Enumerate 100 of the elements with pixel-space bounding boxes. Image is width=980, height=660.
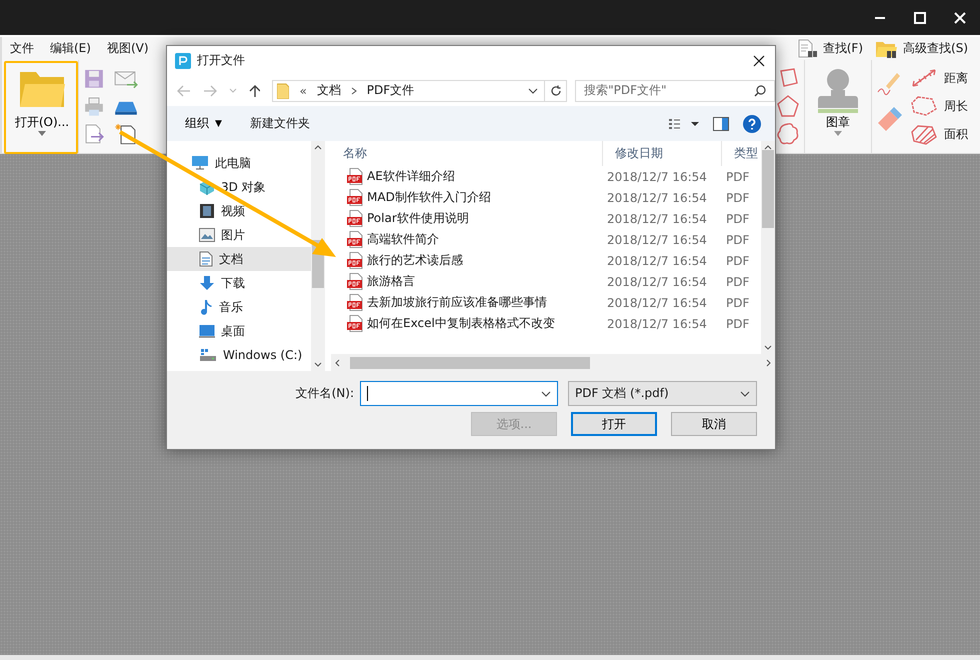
- distance-icon[interactable]: [910, 67, 938, 90]
- maximize-icon[interactable]: [914, 12, 926, 24]
- scroll-thumb[interactable]: [350, 356, 590, 368]
- file-type-dropdown[interactable]: PDF 文档 (*.pdf): [568, 381, 757, 406]
- file-name[interactable]: 去新加坡旅行前应该准备哪些事情: [367, 294, 547, 311]
- file-name[interactable]: 如何在Excel中复制表格格式不改变: [367, 315, 555, 332]
- nav-item[interactable]: 视频: [167, 199, 311, 223]
- export-icon[interactable]: [83, 123, 105, 146]
- dropdown-caret-icon[interactable]: [528, 88, 538, 94]
- nav-item[interactable]: 桌面: [167, 319, 311, 343]
- modified-date: 2018/12/7 16:54: [606, 232, 708, 246]
- pentagon-icon[interactable]: [776, 94, 800, 118]
- modified-date: 2018/12/7 16:54: [606, 316, 708, 330]
- toolbar-label[interactable]: 面积: [944, 126, 968, 144]
- nav-item[interactable]: 图片: [167, 223, 311, 247]
- refresh-button[interactable]: [545, 80, 568, 102]
- picture-icon: [199, 228, 215, 242]
- search-icon: [754, 84, 766, 96]
- dialog-button[interactable]: 打开: [571, 412, 657, 436]
- area-icon[interactable]: [910, 124, 938, 146]
- nav-item[interactable]: 文档: [167, 247, 311, 271]
- toolbar-label[interactable]: 周长: [944, 98, 968, 115]
- app-logo-icon: [175, 52, 191, 68]
- organize-button[interactable]: 组织 ▼: [185, 115, 222, 132]
- scrollbar[interactable]: [761, 141, 775, 354]
- nav-item[interactable]: 下载: [167, 271, 311, 295]
- scroll-thumb[interactable]: [762, 150, 774, 228]
- file-type: PDF: [725, 170, 750, 184]
- find-document-icon[interactable]: [796, 38, 819, 58]
- scroll-down-icon[interactable]: [764, 345, 772, 350]
- pdf-file-icon: [347, 189, 363, 206]
- column-header[interactable]: 名称: [331, 141, 603, 166]
- menu-item[interactable]: 视图(V): [106, 38, 149, 59]
- file-type: PDF: [725, 296, 750, 310]
- modified-date: 2018/12/7 16:54: [606, 254, 708, 268]
- file-type: PDF: [725, 212, 750, 226]
- column-header[interactable]: 修改日期: [603, 141, 722, 166]
- caret-icon: [834, 131, 842, 136]
- computer-icon: [191, 155, 209, 171]
- file-type: PDF: [725, 232, 750, 246]
- chevron-icon: [350, 86, 357, 94]
- close-icon[interactable]: [753, 54, 765, 66]
- column-header[interactable]: 类型: [722, 141, 760, 166]
- breadcrumb-overflow[interactable]: «: [299, 84, 307, 98]
- perimeter-icon[interactable]: [910, 95, 938, 118]
- scroll-up-icon[interactable]: [314, 145, 322, 150]
- address-bar[interactable]: « 文档 PDF文件: [272, 80, 546, 102]
- scroll-down-icon[interactable]: [314, 362, 322, 367]
- dialog-title: 打开文件: [197, 52, 246, 69]
- new-folder-button[interactable]: 新建文件夹: [250, 115, 310, 132]
- stamp-button[interactable]: 图章: [804, 60, 872, 153]
- scroll-left-icon[interactable]: [335, 358, 340, 366]
- modified-date: 2018/12/7 16:54: [606, 212, 708, 226]
- file-type: PDF: [725, 254, 750, 268]
- pdf-file-icon: [347, 315, 363, 332]
- file-name-field[interactable]: [360, 381, 558, 406]
- field-label: 文件名(N):: [296, 385, 354, 402]
- toolbar-label[interactable]: 高级查找(S): [903, 40, 968, 57]
- open-button[interactable]: 打开(O)...: [10, 66, 74, 153]
- search-field[interactable]: 搜索"PDF文件": [575, 80, 775, 102]
- scroll-right-icon[interactable]: [766, 358, 771, 366]
- preview-pane-icon[interactable]: [713, 116, 729, 130]
- stamp-icon: [815, 66, 861, 114]
- dialog-button[interactable]: 取消: [671, 412, 757, 436]
- scroll-up-icon[interactable]: [764, 145, 772, 150]
- scrollbar[interactable]: [331, 354, 775, 371]
- cloud-shape-icon[interactable]: [776, 122, 800, 146]
- pdf-file-icon: [347, 210, 363, 227]
- file-name[interactable]: Polar软件使用说明: [367, 210, 469, 227]
- film-icon: [199, 203, 215, 219]
- file-name[interactable]: AE软件详细介绍: [367, 168, 455, 185]
- nav-item[interactable]: 音乐: [167, 295, 311, 319]
- pdf-file-icon: [347, 168, 363, 185]
- music-note-icon: [199, 299, 213, 315]
- nav-item[interactable]: Windows (C:): [167, 343, 311, 367]
- menu-item[interactable]: 文件: [10, 38, 34, 59]
- modified-date: 2018/12/7 16:54: [606, 170, 708, 184]
- toolbar-label[interactable]: 查找(F): [822, 40, 864, 57]
- down-arrow-icon: [199, 275, 215, 291]
- dropdown-caret-icon[interactable]: [541, 390, 551, 396]
- menu-item[interactable]: 编辑(E): [50, 38, 91, 59]
- refresh-icon: [550, 84, 562, 96]
- cube-icon: [199, 179, 215, 195]
- view-options-icon[interactable]: [669, 118, 699, 130]
- up-arrow-icon[interactable]: [248, 84, 260, 98]
- scrollbar[interactable]: [311, 141, 325, 371]
- file-name[interactable]: 旅游格言: [367, 273, 415, 290]
- file-type: PDF: [725, 316, 750, 330]
- file-name[interactable]: 旅行的艺术读后感: [367, 252, 463, 269]
- drive-icon: [199, 348, 217, 362]
- breadcrumb-item[interactable]: PDF文件: [366, 82, 414, 99]
- toolbar-label[interactable]: 距离: [944, 70, 968, 87]
- nav-item[interactable]: 此电脑: [167, 151, 311, 175]
- pdf-file-icon: [347, 231, 363, 248]
- modified-date: 2018/12/7 16:54: [606, 296, 708, 310]
- breadcrumb-item[interactable]: 文档: [316, 82, 341, 99]
- pencil-icon[interactable]: [876, 70, 902, 96]
- file-name[interactable]: MAD制作软件入门介绍: [367, 189, 491, 206]
- help-icon[interactable]: [743, 114, 761, 132]
- file-name[interactable]: 高端软件简介: [367, 231, 439, 248]
